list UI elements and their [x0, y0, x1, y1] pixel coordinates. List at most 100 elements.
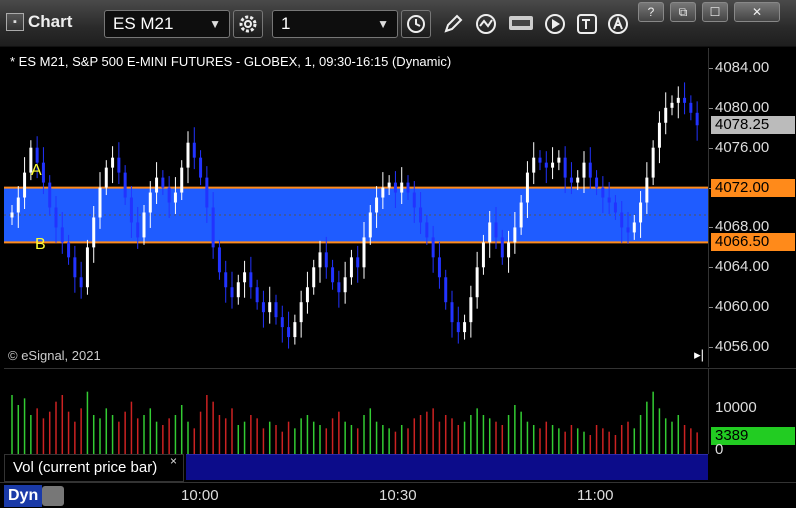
candle-body: [425, 222, 429, 238]
draw-tool-button[interactable]: [438, 10, 468, 38]
copyright-text: © eSignal, 2021: [8, 348, 101, 363]
study-strip: [186, 454, 708, 480]
volume-pane[interactable]: [4, 368, 708, 454]
price-axis[interactable]: 4084.00 4080.00 4076.00 4068.00 4064.00 4060.…: [708, 48, 796, 367]
candle-body: [569, 177, 573, 183]
candle-body: [337, 282, 341, 293]
candle-body: [111, 157, 115, 168]
candle-body: [349, 257, 353, 278]
zone-upper-price-tag: 4072.00: [711, 178, 795, 197]
candle-body: [54, 207, 58, 228]
volume-study-legend[interactable]: Vol (current price bar): [4, 454, 184, 482]
candle-body: [494, 222, 498, 238]
volume-study-label: Vol (current price bar): [13, 459, 158, 476]
candle-body: [387, 182, 391, 188]
clock-icon: [407, 15, 425, 33]
candle-body: [305, 287, 309, 303]
candle-body: [293, 322, 297, 338]
candle-body: [632, 222, 636, 233]
restore-icon: ⧉: [678, 4, 688, 19]
candle-body: [299, 302, 303, 323]
candle-body: [35, 147, 39, 163]
text-tool-icon: [577, 14, 597, 34]
candle-body: [469, 297, 473, 323]
interval-selector[interactable]: 1 ▼: [272, 10, 398, 38]
candle-body: [261, 302, 265, 313]
candle-body: [582, 162, 586, 178]
replay-button[interactable]: [540, 10, 570, 38]
alert-icon: [608, 14, 628, 34]
price-axis-label: 4060.00: [715, 298, 770, 316]
settings-gear-button[interactable]: [233, 10, 263, 38]
lock-icon[interactable]: [42, 486, 64, 506]
candle-body: [205, 177, 209, 208]
chevron-down-icon: ▼: [377, 17, 389, 31]
close-button[interactable]: ✕: [734, 2, 780, 22]
price-axis-tick: [709, 267, 713, 269]
maximize-icon: ☐: [709, 5, 721, 19]
time-label-1030: 10:30: [379, 487, 417, 504]
chart-toolbar: ▪ Chart ES M21 ▼ 1 ▼ ? ⧉ ☐ ✕: [0, 0, 796, 47]
jump-to-latest-button[interactable]: ▸|: [694, 347, 704, 363]
candle-body: [60, 227, 64, 243]
time-label-1000: 10:00: [181, 487, 219, 504]
candle-body: [463, 322, 467, 333]
candle-body: [488, 222, 492, 243]
study-legend-row: Vol (current price bar) ×: [4, 454, 708, 482]
candle-body: [626, 227, 630, 233]
candle-body: [92, 217, 96, 248]
candle-body: [180, 167, 184, 193]
candle-body: [23, 172, 27, 198]
volume-study-close-button[interactable]: ×: [170, 454, 177, 468]
interval-value: 1: [281, 14, 291, 33]
volume-axis[interactable]: 10000 3389 0: [708, 368, 796, 458]
candle-body: [450, 302, 454, 323]
volume-chart-svg: [11, 391, 698, 454]
maximize-button[interactable]: ☐: [702, 2, 728, 22]
time-template-button[interactable]: [401, 10, 431, 38]
time-axis[interactable]: Dyn 10:00 10:30 11:00: [0, 482, 796, 508]
app-title: ▪ Chart: [6, 12, 72, 32]
candle-body: [155, 177, 159, 193]
candle-body: [224, 272, 228, 288]
candle-body: [268, 302, 272, 313]
candle-body: [689, 102, 693, 113]
candle-body: [481, 242, 485, 268]
candle-body: [444, 277, 448, 303]
candle-body: [230, 287, 234, 298]
candle-body: [85, 247, 89, 288]
studies-button[interactable]: [472, 10, 502, 38]
app-title-label: Chart: [28, 12, 73, 31]
candle-body: [532, 157, 536, 173]
candle-body: [167, 187, 171, 203]
candle-body: [362, 237, 366, 268]
candle-body: [657, 122, 661, 148]
text-tool-button[interactable]: [572, 10, 602, 38]
candle-body: [41, 162, 45, 183]
candle-body: [255, 287, 259, 303]
window-menu-icon[interactable]: ▪: [6, 13, 24, 31]
candle-body: [356, 257, 360, 268]
candle-body: [400, 182, 404, 193]
gear-icon: [239, 15, 257, 33]
restore-button[interactable]: ⧉: [670, 2, 696, 22]
candle-body: [280, 317, 284, 328]
candle-body: [406, 182, 410, 193]
symbol-selector[interactable]: ES M21 ▼: [104, 10, 230, 38]
candle-body: [576, 177, 580, 183]
candle-body: [519, 202, 523, 228]
price-axis-tick: [709, 107, 713, 109]
get-data-button[interactable]: [506, 10, 536, 38]
pencil-icon: [444, 14, 463, 33]
candle-body: [551, 162, 555, 168]
dynamic-mode-button[interactable]: Dyn: [4, 485, 43, 507]
price-chart-svg[interactable]: [4, 48, 708, 367]
price-chart-pane[interactable]: * ES M21, S&P 500 E-MINI FUTURES - GLOBE…: [4, 48, 708, 367]
alerts-button[interactable]: [604, 10, 634, 38]
help-button[interactable]: ?: [638, 2, 664, 22]
candle-body: [676, 97, 680, 103]
candle-body: [287, 327, 291, 338]
candle-body: [664, 107, 668, 123]
price-axis-tick: [709, 67, 713, 69]
candle-body: [613, 202, 617, 213]
